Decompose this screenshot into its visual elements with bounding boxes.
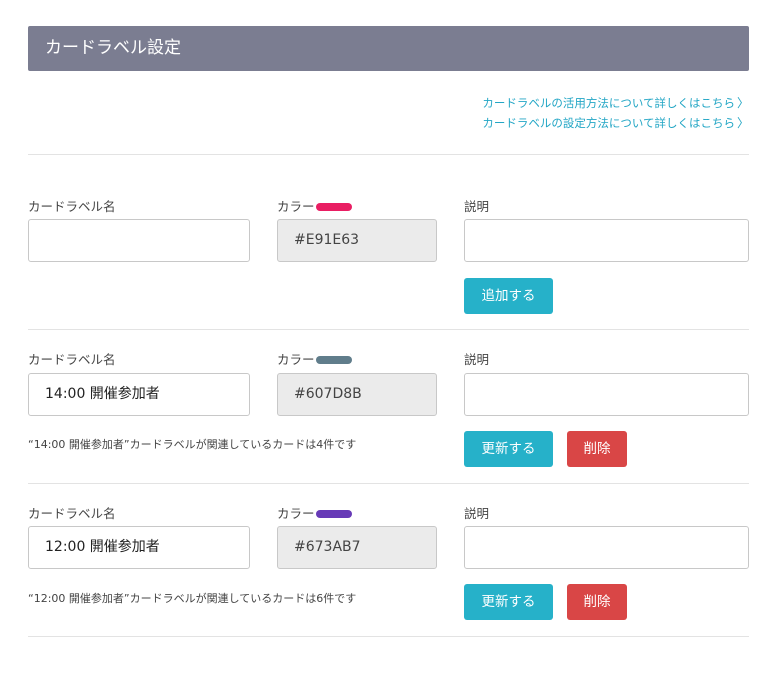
label-name-heading: カードラベル名 [28, 199, 116, 214]
label-name-input[interactable] [28, 219, 250, 262]
help-link-usage-label: カードラベルの活用方法について詳しくはこちら [482, 96, 735, 110]
delete-button[interactable]: 削除 [567, 431, 627, 467]
description-heading: 説明 [464, 352, 490, 367]
label-name-input[interactable]: 12:00 開催参加者 [28, 526, 250, 569]
help-link-setup-label: カードラベルの設定方法について詳しくはこちら [482, 116, 735, 130]
update-button[interactable]: 更新する [464, 584, 553, 620]
color-swatch [315, 202, 352, 211]
page-header: カードラベル設定 [28, 26, 749, 71]
color-heading: カラー [277, 349, 352, 368]
chevron-right-icon: 〉 [736, 96, 749, 110]
description-heading: 説明 [464, 506, 490, 521]
divider [28, 154, 749, 155]
divider [28, 483, 749, 484]
color-heading-text: カラー [277, 352, 315, 367]
page-title: カードラベル設定 [45, 38, 181, 58]
update-button[interactable]: 更新する [464, 431, 553, 467]
label-name-input[interactable]: 14:00 開催参加者 [28, 373, 250, 416]
color-heading-text: カラー [277, 506, 315, 521]
description-input[interactable] [464, 219, 749, 262]
help-link-usage[interactable]: カードラベルの活用方法について詳しくはこちら〉 [482, 93, 749, 113]
color-swatch [315, 355, 352, 364]
description-input[interactable] [464, 373, 749, 416]
divider [28, 636, 749, 637]
chevron-right-icon: 〉 [736, 116, 749, 130]
label-name-heading: カードラベル名 [28, 506, 116, 521]
help-link-setup[interactable]: カードラベルの設定方法について詳しくはこちら〉 [482, 113, 749, 133]
description-input[interactable] [464, 526, 749, 569]
color-heading: カラー [277, 196, 352, 215]
related-cards-note: “12:00 開催参加者”カードラベルが関連しているカードは6件です [28, 592, 357, 605]
color-input[interactable]: #E91E63 [277, 219, 437, 262]
help-links: カードラベルの活用方法について詳しくはこちら〉 カードラベルの設定方法について詳… [482, 93, 749, 133]
color-heading: カラー [277, 503, 352, 522]
description-heading: 説明 [464, 199, 490, 214]
add-button[interactable]: 追加する [464, 278, 553, 314]
related-cards-note: “14:00 開催参加者”カードラベルが関連しているカードは4件です [28, 438, 357, 451]
color-input[interactable]: #607D8B [277, 373, 437, 416]
label-name-heading: カードラベル名 [28, 352, 116, 367]
color-input[interactable]: #673AB7 [277, 526, 437, 569]
divider [28, 329, 749, 330]
color-swatch [315, 509, 352, 518]
color-heading-text: カラー [277, 199, 315, 214]
delete-button[interactable]: 削除 [567, 584, 627, 620]
